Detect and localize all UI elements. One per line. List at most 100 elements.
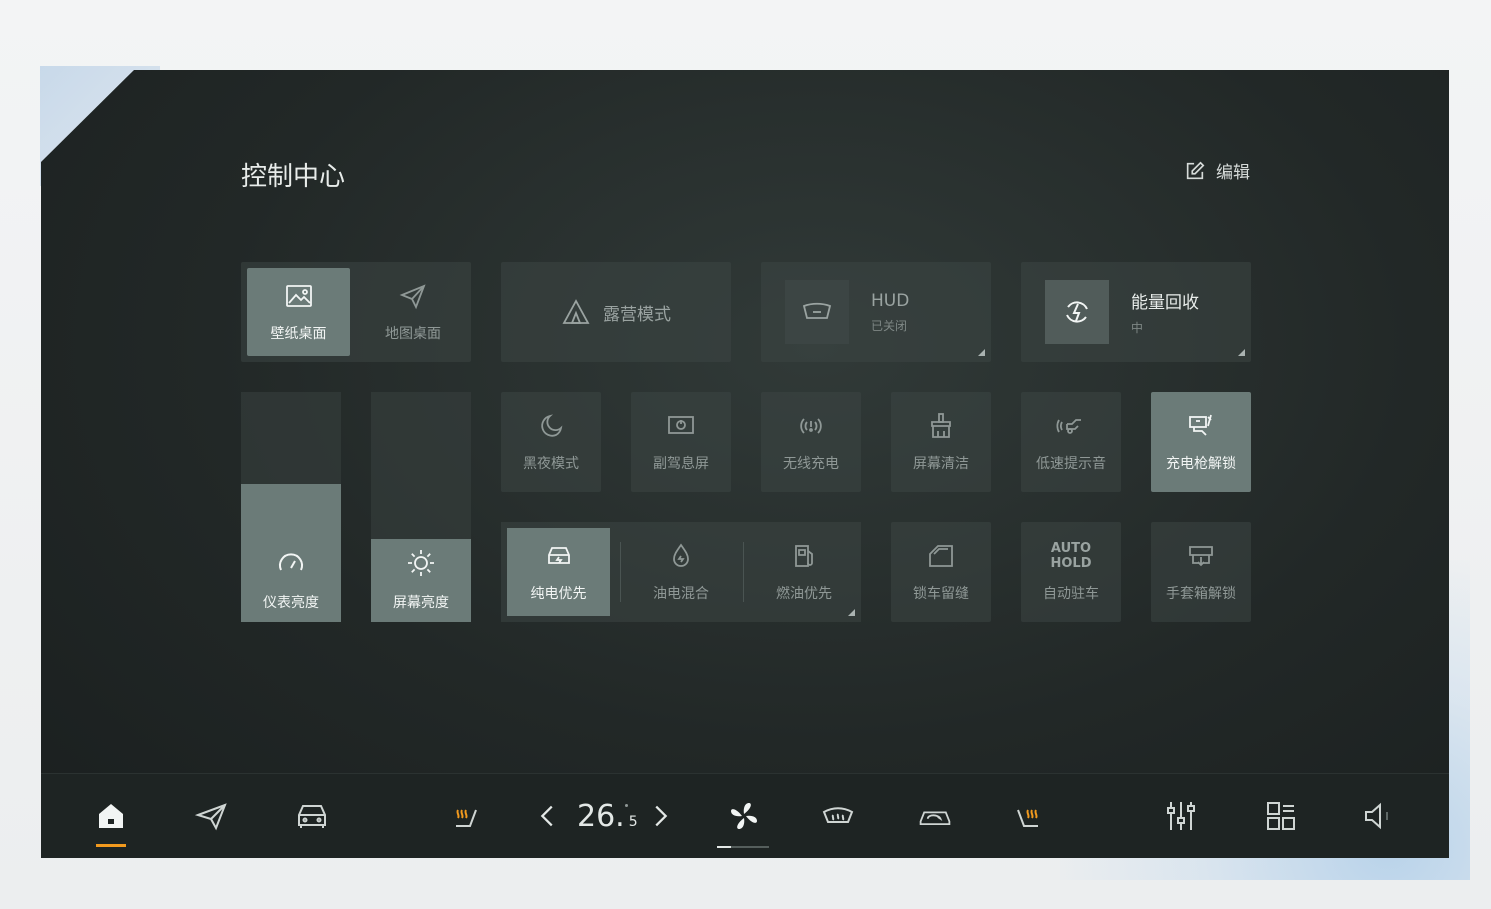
adjust-button[interactable] [1156, 774, 1206, 858]
auto-hold-line1: AUTO [1050, 541, 1092, 556]
clean-icon [931, 413, 951, 438]
night-mode-button[interactable]: 黑夜模式 [501, 392, 601, 492]
low-speed-sound-label: 低速提示音 [1036, 456, 1106, 472]
temp-decrease-button[interactable] [531, 774, 565, 858]
instrument-brightness-label: 仪表亮度 [263, 595, 319, 611]
screen-brightness-label: 屏幕亮度 [393, 595, 449, 611]
segment-divider [620, 542, 621, 602]
low-speed-sound-button[interactable]: 低速提示音 [1021, 392, 1121, 492]
wireless-charge-icon [800, 418, 822, 434]
fuel-priority-button[interactable]: 燃油优先 [749, 528, 859, 616]
tent-icon [562, 299, 590, 324]
energy-recovery-title: 能量回收 [1131, 293, 1199, 313]
hud-title: HUD [871, 290, 910, 311]
send-icon [194, 803, 227, 831]
moon-icon [541, 414, 563, 437]
ev-priority-label: 纯电优先 [530, 586, 587, 602]
navigation-button[interactable] [187, 774, 237, 858]
page-title: 控制中心 [241, 162, 346, 192]
gauge-icon [279, 553, 303, 571]
seat-heat-left-icon [456, 809, 477, 827]
hybrid-button[interactable]: 油电混合 [626, 528, 736, 616]
hud-icon-box [785, 280, 849, 344]
power-mode-group: 纯电优先 油电混合 燃油优先 [501, 522, 861, 622]
auto-hold-button[interactable]: AUTO HOLD 自动驻车 [1021, 522, 1121, 622]
front-defrost-icon [822, 807, 854, 823]
expand-corner-icon [978, 349, 985, 356]
edit-label: 编辑 [1216, 163, 1250, 183]
charge-gun-unlock-label: 充电枪解锁 [1166, 456, 1236, 472]
screen-clean-button[interactable]: 屏幕清洁 [891, 392, 991, 492]
expand-corner-icon [848, 609, 855, 616]
ev-priority-button[interactable]: 纯电优先 [507, 528, 610, 616]
charge-gun-icon [1189, 414, 1212, 436]
volume-icon [1365, 802, 1388, 830]
wallpaper-desktop-button[interactable]: 壁纸桌面 [247, 268, 350, 356]
vehicle-button[interactable] [287, 774, 337, 858]
air-recirculation-button[interactable] [907, 774, 963, 858]
passenger-seat-heat-button[interactable] [1003, 774, 1053, 858]
control-center-screen: 控制中心 编辑 壁纸桌面 地图桌面 露营模式 HUD 已关闭 能量回收 中 仪表… [41, 70, 1449, 858]
energy-recovery-icon [1066, 301, 1088, 323]
temperature-decimal: 5 [628, 814, 638, 830]
auto-hold-line2: HOLD [1050, 556, 1092, 571]
camping-mode-button[interactable]: 露营模式 [501, 262, 731, 362]
fan-level-bar [717, 846, 769, 848]
map-desktop-button[interactable]: 地图桌面 [361, 268, 465, 356]
image-icon [285, 285, 312, 307]
temp-increase-button[interactable] [643, 774, 677, 858]
instrument-brightness-fill: 仪表亮度 [241, 484, 341, 622]
wireless-charge-label: 无线充电 [783, 456, 839, 472]
charge-gun-unlock-button[interactable]: 充电枪解锁 [1151, 392, 1251, 492]
sliders-icon [1167, 802, 1195, 830]
send-icon [399, 284, 426, 310]
lock-window-gap-label: 锁车留缝 [913, 586, 969, 602]
car-ev-icon [547, 547, 570, 564]
chevron-left-icon [540, 805, 553, 827]
screen-clean-label: 屏幕清洁 [913, 456, 969, 472]
home-active-indicator [96, 844, 126, 847]
auto-hold-label: 自动驻车 [1043, 586, 1099, 602]
car-icon [298, 805, 326, 828]
fan-level-fill [717, 846, 731, 848]
energy-recovery-button[interactable]: 能量回收 中 [1021, 262, 1251, 362]
wireless-charge-button[interactable]: 无线充电 [761, 392, 861, 492]
passenger-screen-off-button[interactable]: 副驾息屏 [631, 392, 731, 492]
recirculation-icon [919, 811, 951, 825]
night-mode-label: 黑夜模式 [523, 456, 579, 472]
temperature-dot [625, 804, 628, 807]
glovebox-unlock-button[interactable]: 手套箱解锁 [1151, 522, 1251, 622]
expand-corner-icon [1238, 349, 1245, 356]
chevron-right-icon [655, 805, 668, 827]
apps-grid-icon [1267, 802, 1295, 830]
seat-heat-right-icon [1017, 809, 1038, 827]
segment-divider [743, 542, 744, 602]
energy-icon-box [1045, 280, 1109, 344]
energy-recovery-status: 中 [1131, 321, 1144, 335]
passenger-screen-off-label: 副驾息屏 [653, 456, 709, 472]
front-defrost-button[interactable] [813, 774, 863, 858]
edit-icon [1186, 161, 1205, 179]
sound-icon [1056, 419, 1081, 434]
driver-seat-heat-button[interactable] [441, 774, 491, 858]
home-icon [99, 804, 123, 828]
volume-button[interactable] [1353, 774, 1403, 858]
windshield-icon [802, 302, 832, 319]
hud-status: 已关闭 [871, 318, 908, 333]
hybrid-label: 油电混合 [653, 586, 709, 602]
lock-window-gap-button[interactable]: 锁车留缝 [891, 522, 991, 622]
camping-mode-label: 露营模式 [603, 304, 671, 325]
map-desktop-label: 地图桌面 [385, 326, 441, 342]
edit-button[interactable]: 编辑 [1184, 158, 1250, 183]
glovebox-unlock-label: 手套箱解锁 [1166, 586, 1236, 602]
instrument-brightness-slider[interactable]: 仪表亮度 [241, 392, 341, 622]
hud-button[interactable]: HUD 已关闭 [761, 262, 991, 362]
window-gap-icon [929, 545, 953, 567]
fuel-pump-icon [795, 545, 813, 567]
sun-icon [408, 550, 434, 576]
screen-brightness-slider[interactable]: 屏幕亮度 [371, 392, 471, 622]
fan-icon [731, 803, 757, 829]
glovebox-icon [1189, 546, 1213, 567]
droplet-icon [673, 543, 689, 567]
apps-button[interactable] [1256, 774, 1306, 858]
